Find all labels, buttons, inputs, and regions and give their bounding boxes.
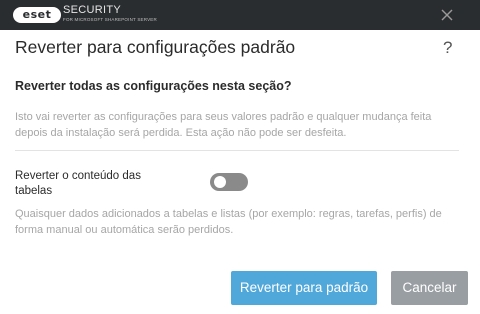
eset-logo: eset bbox=[13, 7, 61, 23]
title-bar: eset SECURITY FOR MICROSOFT SHAREPOINT S… bbox=[0, 0, 480, 30]
toggle-knob bbox=[214, 176, 226, 188]
cancel-button[interactable]: Cancelar bbox=[391, 271, 468, 305]
product-subtitle: FOR MICROSOFT SHAREPOINT SERVER bbox=[63, 17, 157, 22]
close-button[interactable] bbox=[437, 5, 457, 25]
dialog-title: Reverter para configurações padrão bbox=[15, 37, 296, 57]
revert-tables-toggle[interactable] bbox=[210, 173, 248, 191]
description-text: Isto vai reverter as configurações para … bbox=[15, 111, 432, 139]
product-name: SECURITY bbox=[63, 4, 122, 16]
warning-note: Quaisquer dados adicionados a tabelas e … bbox=[15, 208, 442, 236]
logo-text: eset bbox=[22, 8, 52, 21]
divider bbox=[15, 150, 459, 151]
close-icon bbox=[441, 9, 453, 21]
help-button[interactable]: ? bbox=[443, 38, 452, 58]
toggle-label: Reverter o conteúdo das tabelas bbox=[15, 170, 141, 197]
revert-default-button[interactable]: Reverter para padrão bbox=[231, 271, 377, 305]
question-heading: Reverter todas as configurações nesta se… bbox=[15, 79, 292, 93]
